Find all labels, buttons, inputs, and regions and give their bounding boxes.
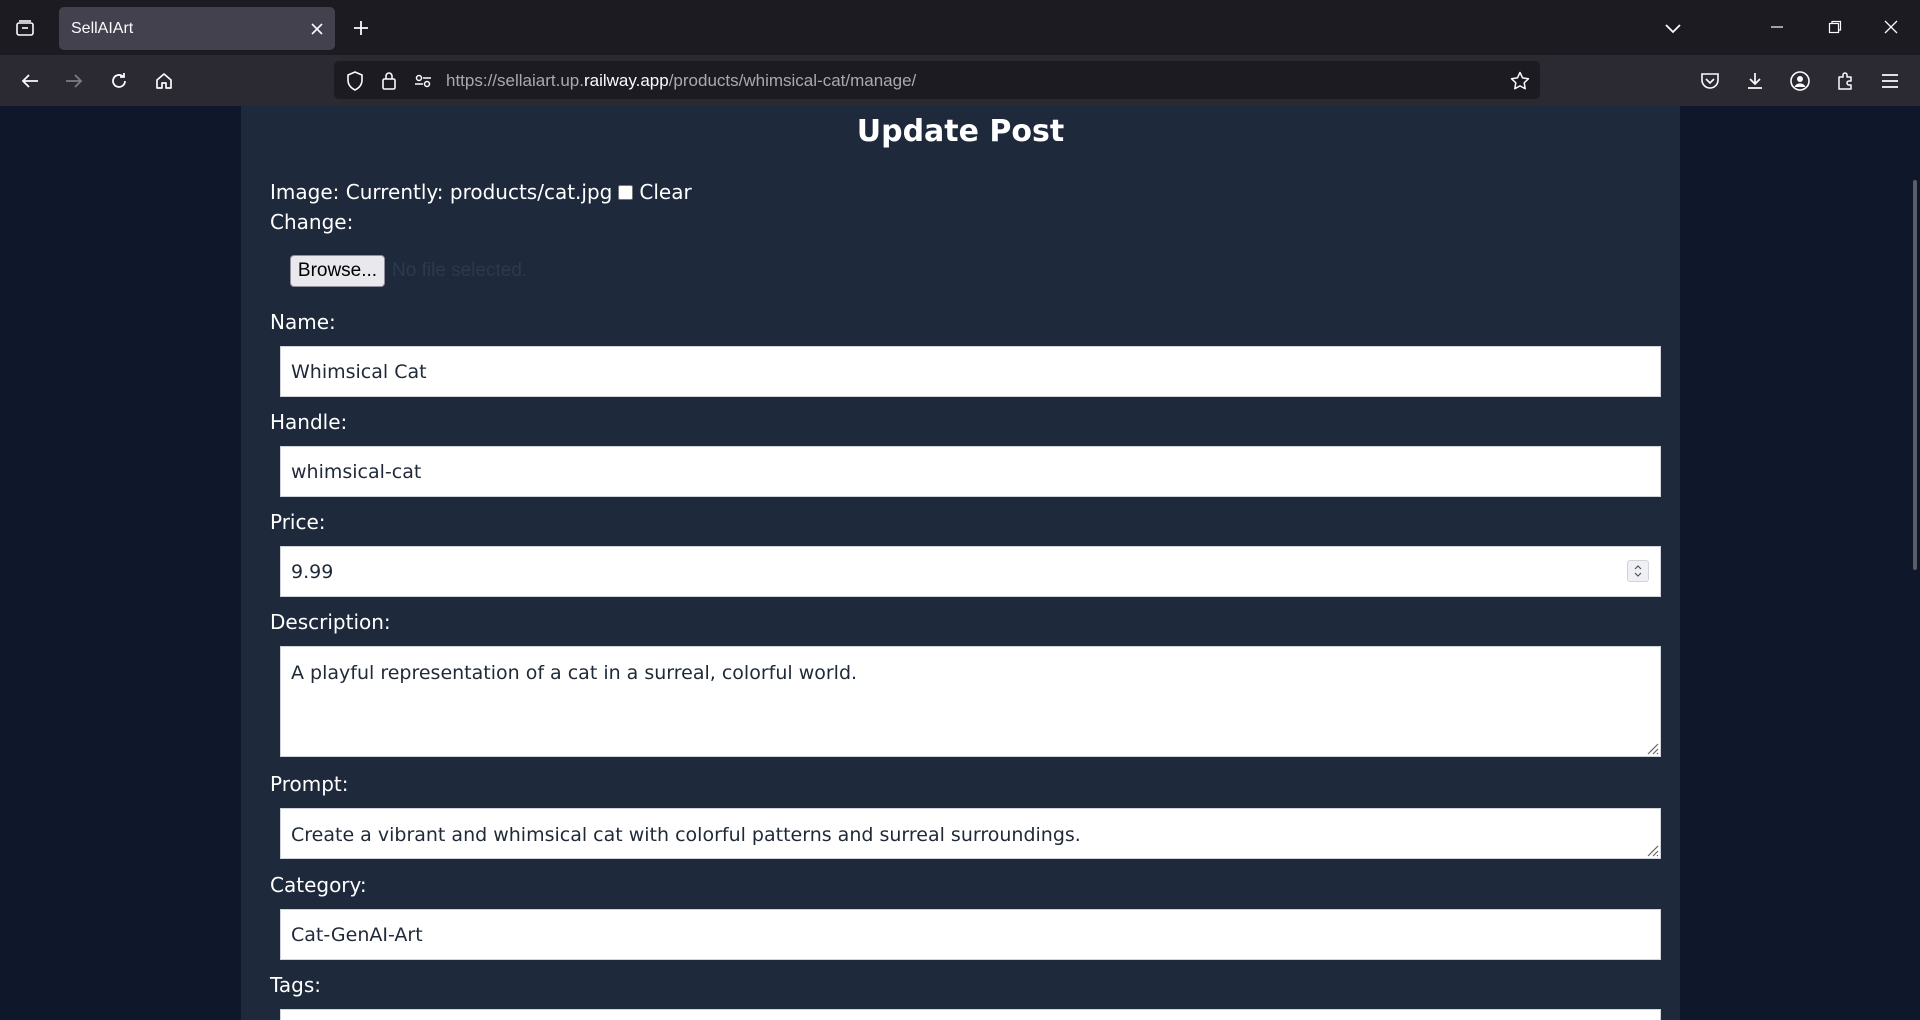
extensions-icon[interactable] bbox=[1828, 64, 1862, 98]
back-arrow-icon[interactable] bbox=[13, 64, 47, 98]
price-input-value: 9.99 bbox=[291, 560, 334, 583]
prompt-textarea[interactable]: Create a vibrant and whimsical cat with … bbox=[280, 808, 1661, 859]
page-title: Update Post bbox=[856, 114, 1065, 149]
page-scrollbar[interactable] bbox=[1906, 106, 1920, 1020]
home-icon[interactable] bbox=[147, 64, 181, 98]
new-tab-icon[interactable] bbox=[346, 14, 376, 42]
prompt-value: Create a vibrant and whimsical cat with … bbox=[291, 824, 1081, 846]
price-label: Price: bbox=[270, 510, 326, 534]
no-file-text: No file selected. bbox=[392, 260, 528, 281]
menu-icon[interactable] bbox=[1873, 64, 1907, 98]
url-host: railway.app bbox=[583, 71, 669, 90]
form-panel: Update Post Image: Currently: products/c… bbox=[241, 106, 1680, 1020]
category-input-value: Cat-GenAI-Art bbox=[291, 923, 423, 946]
restore-icon[interactable] bbox=[1812, 10, 1858, 44]
description-value: A playful representation of a cat in a s… bbox=[291, 662, 858, 684]
close-window-icon[interactable] bbox=[1868, 10, 1914, 44]
shield-icon[interactable] bbox=[344, 70, 366, 92]
firefox-view-icon[interactable] bbox=[10, 14, 40, 42]
price-input[interactable]: 9.99 bbox=[280, 546, 1661, 597]
category-input[interactable]: Cat-GenAI-Art bbox=[280, 909, 1661, 960]
image-currently-text: Currently: products/cat.jpg bbox=[345, 180, 613, 204]
handle-label: Handle: bbox=[270, 410, 348, 434]
browse-button[interactable]: Browse... bbox=[290, 255, 385, 287]
description-label: Description: bbox=[270, 610, 391, 634]
change-label: Change: bbox=[270, 210, 354, 234]
lock-icon[interactable] bbox=[378, 70, 400, 92]
resize-handle-icon[interactable] bbox=[1643, 739, 1659, 755]
downloads-icon[interactable] bbox=[1738, 64, 1772, 98]
page-viewport: Update Post Image: Currently: products/c… bbox=[0, 106, 1920, 1020]
url-prefix: https://sellaiart.up. bbox=[446, 71, 584, 90]
prompt-label: Prompt: bbox=[270, 772, 349, 796]
account-icon[interactable] bbox=[1783, 64, 1817, 98]
address-bar[interactable]: https://sellaiart.up.railway.app/product… bbox=[334, 61, 1540, 99]
url-text[interactable]: https://sellaiart.up.railway.app/product… bbox=[446, 71, 916, 91]
scrollbar-thumb[interactable] bbox=[1913, 180, 1917, 570]
browser-tab-active[interactable]: SellAIArt bbox=[59, 7, 335, 50]
image-label: Image: bbox=[270, 180, 340, 204]
bookmark-star-icon[interactable] bbox=[1508, 69, 1532, 93]
pocket-icon[interactable] bbox=[1693, 64, 1727, 98]
name-label: Name: bbox=[270, 310, 336, 334]
handle-input-value: whimsical-cat bbox=[291, 460, 422, 483]
name-input-value: Whimsical Cat bbox=[291, 360, 427, 383]
category-label: Category: bbox=[270, 873, 367, 897]
tags-label: Tags: bbox=[270, 973, 322, 997]
browser-tab-bar: SellAIArt bbox=[0, 0, 1920, 55]
name-input[interactable]: Whimsical Cat bbox=[280, 346, 1661, 397]
url-path: /products/whimsical-cat/manage/ bbox=[668, 71, 917, 90]
permissions-icon[interactable] bbox=[412, 70, 434, 92]
number-spinner-icon[interactable] bbox=[1627, 560, 1649, 582]
clear-label: Clear bbox=[639, 180, 692, 204]
tags-input[interactable] bbox=[280, 1009, 1661, 1020]
resize-handle-icon[interactable] bbox=[1643, 841, 1659, 857]
reload-icon[interactable] bbox=[102, 64, 136, 98]
chevron-down-icon[interactable] bbox=[1658, 14, 1688, 42]
tab-close-icon[interactable] bbox=[305, 17, 329, 41]
minimize-icon[interactable] bbox=[1754, 10, 1800, 44]
forward-arrow-icon[interactable] bbox=[57, 64, 91, 98]
handle-input[interactable]: whimsical-cat bbox=[280, 446, 1661, 497]
image-field-row: Image: Currently: products/cat.jpg Clear bbox=[270, 180, 692, 204]
tab-title: SellAIArt bbox=[71, 20, 134, 37]
browser-toolbar: https://sellaiart.up.railway.app/product… bbox=[0, 55, 1920, 106]
description-textarea[interactable]: A playful representation of a cat in a s… bbox=[280, 646, 1661, 757]
clear-image-checkbox[interactable] bbox=[618, 184, 634, 200]
